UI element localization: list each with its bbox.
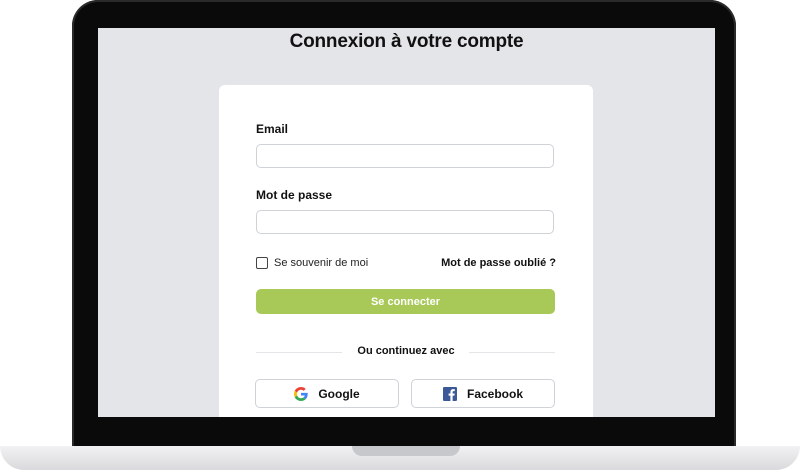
divider-text: Ou continuez avec (357, 345, 455, 357)
facebook-icon (442, 386, 457, 401)
login-card: Email Mot de passe Se souvenir de moi Mo… (219, 85, 593, 417)
google-label: Google (318, 386, 360, 401)
email-field[interactable] (256, 144, 554, 168)
password-field[interactable] (256, 210, 554, 234)
facebook-label: Facebook (466, 386, 523, 401)
forgot-password-link[interactable]: Mot de passe oublié ? (441, 257, 556, 269)
laptop-notch (352, 446, 460, 456)
google-button[interactable]: Google (255, 379, 399, 408)
email-label: Email (256, 122, 289, 136)
login-button[interactable]: Se connecter (256, 289, 555, 314)
remember-checkbox[interactable] (256, 257, 268, 269)
divider-right (469, 352, 555, 353)
password-label: Mot de passe (256, 188, 333, 202)
page-title: Connexion à votre compte (289, 31, 524, 52)
facebook-button[interactable]: Facebook (411, 379, 555, 408)
google-icon (294, 386, 309, 401)
screen: Connexion à votre compte Email Mot de pa… (98, 28, 715, 417)
remember-label: Se souvenir de moi (274, 257, 369, 269)
remember-me: Se souvenir de moi (256, 257, 368, 269)
